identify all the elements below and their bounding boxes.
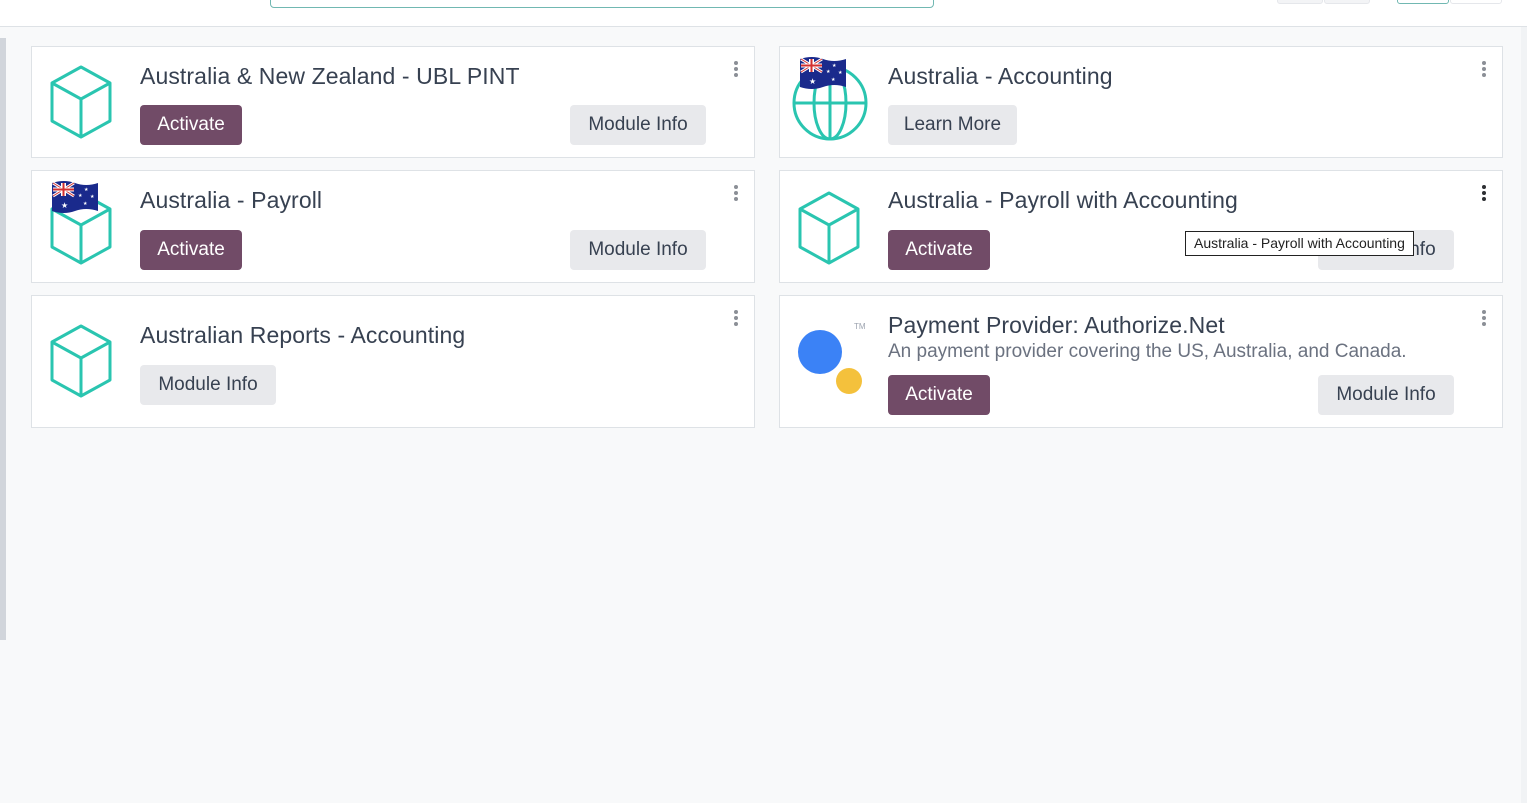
svg-text:★: ★ <box>809 77 816 86</box>
cube-icon <box>50 324 112 398</box>
kanban-view-button[interactable] <box>1397 0 1449 4</box>
pager-prev-button[interactable] <box>1277 0 1323 4</box>
module-info-button[interactable]: Module Info <box>140 365 276 405</box>
search-input[interactable] <box>270 0 934 8</box>
australia-flag-icon: ★ ★ ★ ★ ★ <box>52 181 98 213</box>
activate-button[interactable]: Activate <box>140 230 242 270</box>
control-panel <box>0 0 1527 27</box>
module-info-button[interactable]: Module Info <box>1318 375 1454 415</box>
australia-flag-icon: ★ ★ ★ ★ ★ <box>800 57 846 89</box>
module-info-button[interactable]: Module Info <box>570 105 706 145</box>
svg-text:★: ★ <box>83 201 88 207</box>
kebab-menu-icon[interactable] <box>732 310 740 330</box>
activate-button[interactable]: Activate <box>888 375 990 415</box>
module-title: Australian Reports - Accounting <box>140 322 466 348</box>
kebab-menu-icon[interactable] <box>1480 310 1488 330</box>
svg-text:★: ★ <box>78 193 83 199</box>
module-title: Australia & New Zealand - UBL PINT <box>140 63 520 89</box>
module-card[interactable]: Australian Reports - Accounting Module I… <box>31 295 755 428</box>
left-scrollbar[interactable] <box>0 38 6 640</box>
svg-text:★: ★ <box>832 63 837 69</box>
kebab-menu-icon[interactable] <box>732 185 740 205</box>
svg-text:★: ★ <box>838 70 843 76</box>
kebab-menu-icon[interactable] <box>732 61 740 81</box>
cube-icon <box>798 191 860 265</box>
pager-next-button[interactable] <box>1324 0 1370 4</box>
module-title: Payment Provider: Authorize.Net <box>888 312 1225 338</box>
kebab-menu-icon[interactable] <box>1480 185 1488 205</box>
module-card[interactable]: Australia & New Zealand - UBL PINT Activ… <box>31 46 755 158</box>
svg-text:★: ★ <box>831 77 836 83</box>
activate-button[interactable]: Activate <box>888 230 990 270</box>
module-card[interactable]: TM Payment Provider: Authorize.Net An pa… <box>779 295 1503 428</box>
module-title: Australia - Payroll <box>140 187 323 213</box>
svg-text:★: ★ <box>84 187 89 193</box>
svg-text:★: ★ <box>90 194 95 200</box>
module-title: Australia - Payroll with Accounting <box>888 187 1238 213</box>
cube-icon <box>50 65 112 139</box>
activate-button[interactable]: Activate <box>140 105 242 145</box>
module-title: Australia - Accounting <box>888 63 1113 89</box>
module-card[interactable]: ★ ★ ★ ★ ★ Australia - Payroll Activate M… <box>31 170 755 283</box>
module-card[interactable]: ★ ★ ★ ★ ★ Australia - Accounting Learn M… <box>779 46 1503 158</box>
svg-text:★: ★ <box>61 201 68 210</box>
authorize-net-icon <box>798 330 862 394</box>
module-info-button[interactable]: Module Info <box>570 230 706 270</box>
trademark-label: TM <box>854 322 866 331</box>
learn-more-button[interactable]: Learn More <box>888 105 1017 145</box>
module-summary: An payment provider covering the US, Aus… <box>888 341 1407 362</box>
right-scrollbar[interactable] <box>1521 27 1527 803</box>
tooltip: Australia - Payroll with Accounting <box>1185 231 1414 256</box>
list-view-button[interactable] <box>1450 0 1502 4</box>
svg-text:★: ★ <box>826 69 831 75</box>
module-card[interactable]: Australia - Payroll with Accounting Acti… <box>779 170 1503 283</box>
kebab-menu-icon[interactable] <box>1480 61 1488 81</box>
